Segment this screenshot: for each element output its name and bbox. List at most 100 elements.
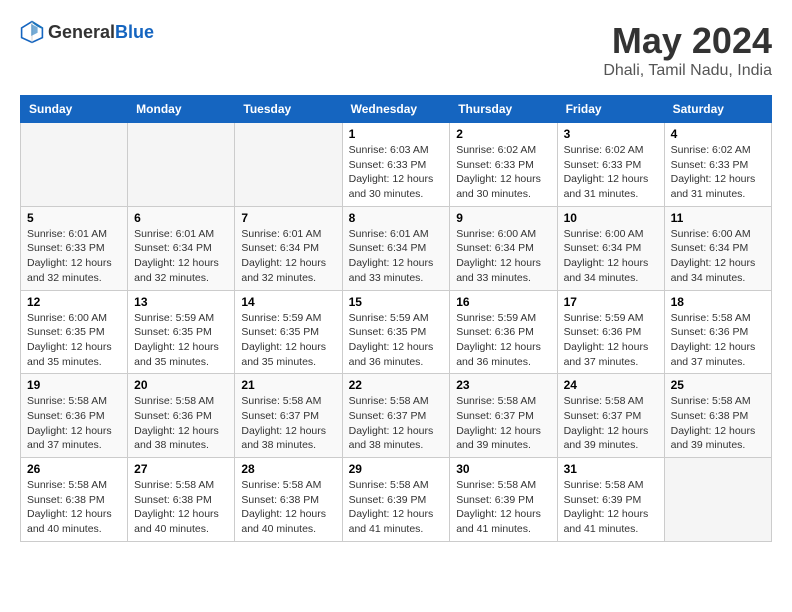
day-info: Sunrise: 6:01 AMSunset: 6:33 PMDaylight:… (27, 227, 121, 286)
calendar-cell: 23 Sunrise: 5:58 AMSunset: 6:37 PMDayligh… (450, 374, 557, 458)
calendar-cell: 17Sunrise: 5:59 AMSunset: 6:36 PMDayligh… (557, 290, 664, 374)
day-info: Sunrise: 5:59 AMSunset: 6:36 PMDaylight:… (564, 311, 658, 370)
calendar-cell: 31 Sunrise: 5:58 AMSunset: 6:39 PMDayligh… (557, 458, 664, 542)
logo-blue: Blue (115, 22, 154, 42)
logo: GeneralBlue (20, 20, 154, 44)
calendar-cell: 6Sunrise: 6:01 AMSunset: 6:34 PMDaylight… (128, 206, 235, 290)
day-number: 8 (349, 211, 444, 225)
day-number: 27 (134, 462, 228, 476)
day-info: Sunrise: 5:58 AMSunset: 6:36 PMDaylight:… (27, 394, 121, 453)
calendar-cell: 11 Sunrise: 6:00 AMSunset: 6:34 PMDayligh… (664, 206, 771, 290)
day-info: Sunrise: 5:58 AMSunset: 6:38 PMDaylight:… (134, 478, 228, 537)
calendar-cell (128, 123, 235, 207)
day-number: 20 (134, 378, 228, 392)
page-header: GeneralBlue May 2024 Dhali, Tamil Nadu, … (20, 20, 772, 80)
day-info: Sunrise: 6:01 AMSunset: 6:34 PMDaylight:… (241, 227, 335, 286)
calendar-cell: 8 Sunrise: 6:01 AMSunset: 6:34 PMDaylight… (342, 206, 450, 290)
day-info: Sunrise: 6:01 AMSunset: 6:34 PMDaylight:… (349, 227, 444, 286)
day-number: 28 (241, 462, 335, 476)
day-info: Sunrise: 5:58 AMSunset: 6:38 PMDaylight:… (241, 478, 335, 537)
day-number: 7 (241, 211, 335, 225)
weekday-header: Friday (557, 96, 664, 123)
day-info: Sunrise: 6:02 AMSunset: 6:33 PMDaylight:… (671, 143, 765, 202)
calendar-cell: 25 Sunrise: 5:58 AMSunset: 6:38 PMDayligh… (664, 374, 771, 458)
day-info: Sunrise: 5:58 AMSunset: 6:37 PMDaylight:… (241, 394, 335, 453)
calendar-cell: 3 Sunrise: 6:02 AMSunset: 6:33 PMDaylight… (557, 123, 664, 207)
day-number: 2 (456, 127, 550, 141)
day-number: 6 (134, 211, 228, 225)
calendar-cell: 12Sunrise: 6:00 AMSunset: 6:35 PMDayligh… (21, 290, 128, 374)
day-number: 26 (27, 462, 121, 476)
calendar-week-row: 5Sunrise: 6:01 AMSunset: 6:33 PMDaylight… (21, 206, 772, 290)
day-number: 9 (456, 211, 550, 225)
calendar-table: SundayMondayTuesdayWednesdayThursdayFrid… (20, 95, 772, 542)
weekday-header: Thursday (450, 96, 557, 123)
calendar-cell: 13 Sunrise: 5:59 AMSunset: 6:35 PMDayligh… (128, 290, 235, 374)
day-info: Sunrise: 5:59 AMSunset: 6:35 PMDaylight:… (349, 311, 444, 370)
day-info: Sunrise: 5:59 AMSunset: 6:35 PMDaylight:… (241, 311, 335, 370)
day-info: Sunrise: 6:03 AMSunset: 6:33 PMDaylight:… (349, 143, 444, 202)
calendar-week-row: 19 Sunrise: 5:58 AMSunset: 6:36 PMDayligh… (21, 374, 772, 458)
logo-general: General (48, 22, 115, 42)
day-number: 19 (27, 378, 121, 392)
day-info: Sunrise: 6:00 AMSunset: 6:34 PMDaylight:… (564, 227, 658, 286)
day-number: 3 (564, 127, 658, 141)
day-info: Sunrise: 5:58 AMSunset: 6:37 PMDaylight:… (349, 394, 444, 453)
day-number: 11 (671, 211, 765, 225)
calendar-cell: 29Sunrise: 5:58 AMSunset: 6:39 PMDayligh… (342, 458, 450, 542)
calendar-cell: 30 Sunrise: 5:58 AMSunset: 6:39 PMDayligh… (450, 458, 557, 542)
month-title: May 2024 (603, 20, 772, 62)
calendar-cell: 20 Sunrise: 5:58 AMSunset: 6:36 PMDayligh… (128, 374, 235, 458)
day-number: 21 (241, 378, 335, 392)
day-number: 15 (349, 295, 444, 309)
calendar-cell: 15 Sunrise: 5:59 AMSunset: 6:35 PMDayligh… (342, 290, 450, 374)
calendar-cell: 28 Sunrise: 5:58 AMSunset: 6:38 PMDayligh… (235, 458, 342, 542)
weekday-header-row: SundayMondayTuesdayWednesdayThursdayFrid… (21, 96, 772, 123)
day-number: 14 (241, 295, 335, 309)
day-number: 31 (564, 462, 658, 476)
day-info: Sunrise: 5:58 AMSunset: 6:38 PMDaylight:… (671, 394, 765, 453)
day-info: Sunrise: 5:59 AMSunset: 6:36 PMDaylight:… (456, 311, 550, 370)
logo-text: GeneralBlue (48, 22, 154, 43)
calendar-week-row: 12Sunrise: 6:00 AMSunset: 6:35 PMDayligh… (21, 290, 772, 374)
day-number: 23 (456, 378, 550, 392)
calendar-week-row: 26 Sunrise: 5:58 AMSunset: 6:38 PMDayligh… (21, 458, 772, 542)
calendar-cell (21, 123, 128, 207)
day-info: Sunrise: 5:58 AMSunset: 6:39 PMDaylight:… (456, 478, 550, 537)
weekday-header: Saturday (664, 96, 771, 123)
calendar-cell (664, 458, 771, 542)
day-number: 12 (27, 295, 121, 309)
calendar-cell: 22 Sunrise: 5:58 AMSunset: 6:37 PMDayligh… (342, 374, 450, 458)
day-info: Sunrise: 6:00 AMSunset: 6:34 PMDaylight:… (671, 227, 765, 286)
day-info: Sunrise: 5:59 AMSunset: 6:35 PMDaylight:… (134, 311, 228, 370)
calendar-cell: 24Sunrise: 5:58 AMSunset: 6:37 PMDayligh… (557, 374, 664, 458)
calendar-week-row: 1 Sunrise: 6:03 AMSunset: 6:33 PMDaylight… (21, 123, 772, 207)
day-number: 16 (456, 295, 550, 309)
day-number: 1 (349, 127, 444, 141)
day-number: 30 (456, 462, 550, 476)
day-info: Sunrise: 6:00 AMSunset: 6:34 PMDaylight:… (456, 227, 550, 286)
calendar-cell: 5Sunrise: 6:01 AMSunset: 6:33 PMDaylight… (21, 206, 128, 290)
calendar-cell: 19 Sunrise: 5:58 AMSunset: 6:36 PMDayligh… (21, 374, 128, 458)
calendar-cell: 2Sunrise: 6:02 AMSunset: 6:33 PMDaylight… (450, 123, 557, 207)
calendar-cell: 10 Sunrise: 6:00 AMSunset: 6:34 PMDayligh… (557, 206, 664, 290)
weekday-header: Tuesday (235, 96, 342, 123)
day-number: 18 (671, 295, 765, 309)
day-info: Sunrise: 5:58 AMSunset: 6:37 PMDaylight:… (456, 394, 550, 453)
calendar-cell: 21 Sunrise: 5:58 AMSunset: 6:37 PMDayligh… (235, 374, 342, 458)
day-number: 25 (671, 378, 765, 392)
day-info: Sunrise: 6:02 AMSunset: 6:33 PMDaylight:… (564, 143, 658, 202)
day-number: 22 (349, 378, 444, 392)
calendar-cell (235, 123, 342, 207)
calendar-cell: 14 Sunrise: 5:59 AMSunset: 6:35 PMDayligh… (235, 290, 342, 374)
day-info: Sunrise: 5:58 AMSunset: 6:36 PMDaylight:… (134, 394, 228, 453)
calendar-cell: 26Sunrise: 5:58 AMSunset: 6:38 PMDayligh… (21, 458, 128, 542)
day-number: 10 (564, 211, 658, 225)
day-number: 13 (134, 295, 228, 309)
calendar-cell: 27 Sunrise: 5:58 AMSunset: 6:38 PMDayligh… (128, 458, 235, 542)
day-info: Sunrise: 5:58 AMSunset: 6:39 PMDaylight:… (564, 478, 658, 537)
weekday-header: Wednesday (342, 96, 450, 123)
day-number: 24 (564, 378, 658, 392)
day-info: Sunrise: 5:58 AMSunset: 6:39 PMDaylight:… (349, 478, 444, 537)
calendar-cell: 18Sunrise: 5:58 AMSunset: 6:36 PMDayligh… (664, 290, 771, 374)
